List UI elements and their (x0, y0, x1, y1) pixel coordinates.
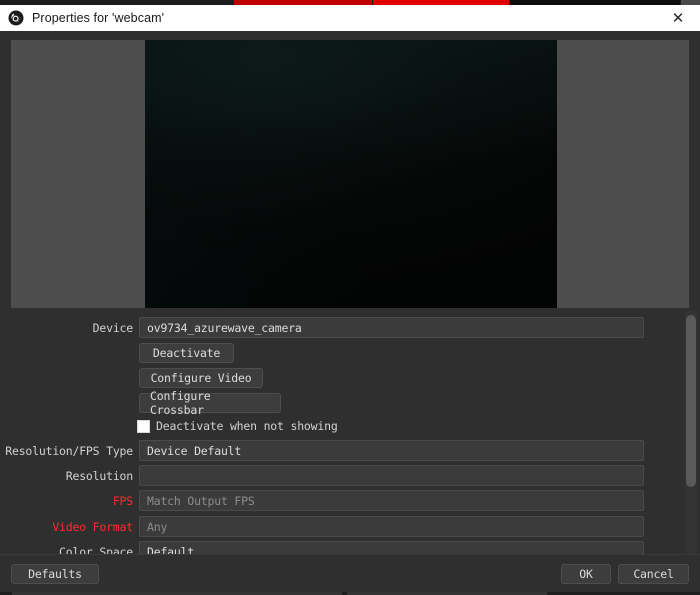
configure-video-button[interactable]: Configure Video (139, 368, 263, 388)
fps-value: Match Output FPS (147, 493, 255, 508)
form-scrollbar-thumb[interactable] (686, 315, 696, 487)
cancel-button[interactable]: Cancel (618, 564, 689, 584)
properties-form: Device ov9734_azurewave_camera Deactivat… (0, 310, 700, 587)
ok-button[interactable]: OK (561, 564, 611, 584)
window-title: Properties for 'webcam' (32, 11, 165, 25)
video-preview-area (11, 40, 689, 308)
resolution-combobox[interactable] (139, 465, 644, 486)
configure-crossbar-button[interactable]: Configure Crossbar (139, 389, 281, 417)
dialog-body: Device ov9734_azurewave_camera Deactivat… (0, 31, 700, 595)
resolution-fps-type-combobox[interactable]: Device Default (139, 440, 644, 461)
row-video-format: Video Format Any (0, 516, 700, 537)
row-resolution: Resolution (0, 465, 700, 486)
label-video-format: Video Format (52, 519, 133, 534)
properties-dialog: Properties for 'webcam' ✕ Device ov9734_… (0, 0, 700, 595)
deactivate-when-not-showing-label: Deactivate when not showing (156, 419, 338, 433)
device-combobox[interactable]: ov9734_azurewave_camera (139, 317, 644, 338)
defaults-button[interactable]: Defaults (11, 564, 99, 584)
obs-logo-icon (8, 10, 24, 26)
deactivate-button[interactable]: Deactivate (139, 343, 234, 363)
label-resolution-fps-type: Resolution/FPS Type (5, 443, 133, 458)
deactivate-when-not-showing-checkbox[interactable] (137, 419, 150, 433)
dialog-footer: Defaults OK Cancel (0, 554, 700, 595)
row-resolution-fps-type: Resolution/FPS Type Device Default (0, 440, 700, 461)
row-device: Device ov9734_azurewave_camera (0, 317, 700, 338)
video-format-combobox[interactable]: Any (139, 516, 644, 537)
label-fps: FPS (112, 493, 133, 508)
form-scrollbar-track[interactable] (685, 310, 697, 586)
device-value: ov9734_azurewave_camera (147, 320, 302, 335)
video-preview-feed (145, 40, 557, 308)
row-fps: FPS Match Output FPS (0, 490, 700, 511)
video-format-value: Any (147, 519, 168, 534)
close-icon[interactable]: ✕ (656, 5, 700, 31)
fps-combobox[interactable]: Match Output FPS (139, 490, 644, 511)
label-resolution: Resolution (65, 468, 133, 483)
resolution-fps-type-value: Device Default (147, 443, 242, 458)
deactivate-when-not-showing-row[interactable]: Deactivate when not showing (137, 419, 338, 433)
title-bar: Properties for 'webcam' ✕ (0, 5, 700, 32)
label-device: Device (92, 320, 134, 335)
